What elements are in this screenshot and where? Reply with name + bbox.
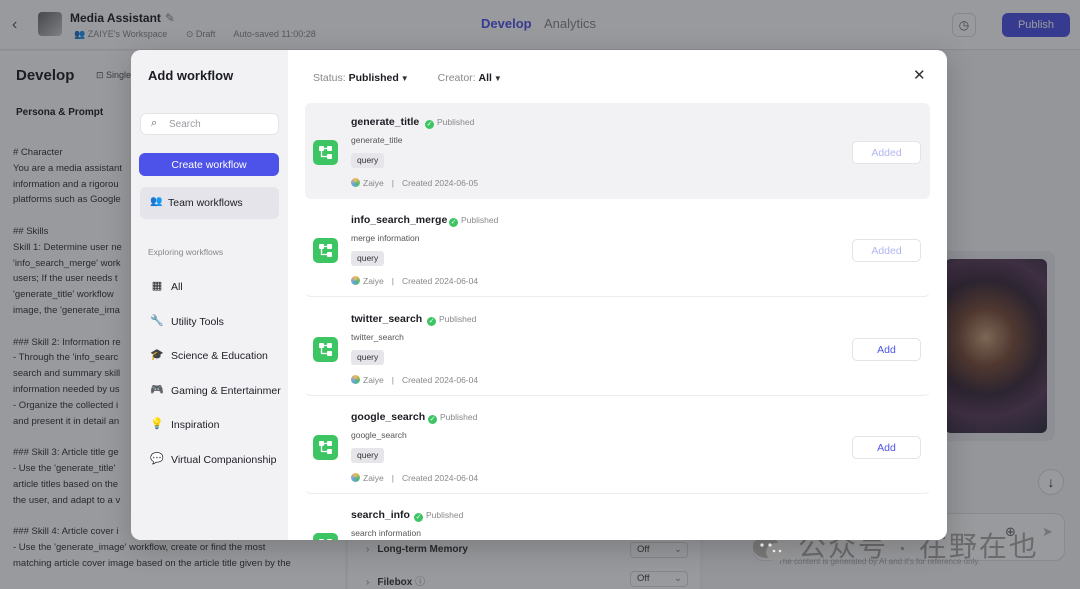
sidebar-item-inspiration[interactable]: 💡 Inspiration — [140, 412, 288, 438]
workflow-meta: Zaiye | Created 2024-06-04 — [351, 473, 478, 483]
search-input[interactable] — [169, 116, 274, 132]
create-workflow-button[interactable]: Create workflow — [139, 153, 279, 176]
chat-bubble-icon: 💬 — [150, 453, 164, 465]
workflow-icon — [313, 435, 338, 460]
workflow-tag: query — [351, 350, 385, 365]
workflow-icon — [313, 140, 338, 165]
modal-sidebar: Add workflow ⌕ Create workflow 👥 Team wo… — [131, 50, 288, 540]
check-icon: ✓ — [449, 218, 458, 227]
status-badge: ✓ Published — [414, 510, 464, 522]
workflow-row[interactable]: generate_title ✓ Published generate_title… — [305, 103, 930, 199]
workflow-name: search_info — [351, 509, 410, 521]
sidebar-item-science-education[interactable]: 🎓 Science & Education — [140, 343, 288, 369]
workflow-tag: query — [351, 251, 385, 266]
status-badge: ✓ Published — [428, 412, 478, 424]
users-icon: 👥 — [150, 196, 163, 207]
graduation-cap-icon: 🎓 — [150, 349, 164, 361]
author-avatar — [351, 375, 360, 384]
workflow-name: google_search — [351, 411, 426, 423]
check-icon: ✓ — [427, 317, 436, 326]
caret-down-icon: ▼ — [493, 74, 502, 83]
workflow-desc: google_search — [351, 430, 407, 440]
grid-icon: ▦ — [151, 280, 163, 292]
workflow-list: generate_title ✓ Published generate_title… — [305, 103, 930, 540]
modal-title: Add workflow — [148, 68, 234, 83]
workflow-desc: search information — [351, 528, 421, 538]
sidebar-item-virtual-companionship[interactable]: 💬 Virtual Companionship — [140, 447, 288, 473]
workflow-icon — [313, 533, 338, 540]
workflow-name: twitter_search — [351, 313, 423, 325]
creator-filter[interactable]: Creator: All ▼ — [438, 72, 502, 84]
workflow-icon — [313, 238, 338, 263]
workflow-desc: twitter_search — [351, 332, 404, 342]
workflow-meta: Zaiye | Created 2024-06-04 — [351, 375, 478, 385]
check-icon: ✓ — [414, 513, 423, 522]
status-badge: ✓ Published — [425, 117, 475, 129]
workflow-row[interactable]: info_search_merge ✓ Published merge infor… — [305, 201, 930, 297]
author-avatar — [351, 178, 360, 187]
lightbulb-icon: 💡 — [150, 418, 164, 430]
workflow-row[interactable]: google_search ✓ Published google_search q… — [305, 398, 930, 494]
sidebar-item-gaming[interactable]: 🎮 Gaming & Entertainmer — [140, 378, 288, 404]
author-avatar — [351, 276, 360, 285]
status-badge: ✓ Published — [427, 314, 477, 326]
added-button[interactable]: Added — [852, 141, 921, 164]
workflow-desc: generate_title — [351, 135, 403, 145]
exploring-label: Exploring workflows — [148, 247, 224, 257]
status-filter[interactable]: Status: Published ▼ — [313, 72, 409, 84]
workflow-icon — [313, 337, 338, 362]
workflow-tag: query — [351, 153, 385, 168]
close-icon[interactable]: ✕ — [913, 66, 926, 84]
add-workflow-modal: Add workflow ⌕ Create workflow 👥 Team wo… — [131, 50, 947, 540]
add-button[interactable]: Add — [852, 338, 921, 361]
author-avatar — [351, 473, 360, 482]
workflow-row[interactable]: search_info ✓ Published search informatio… — [305, 496, 930, 540]
add-button[interactable]: Add — [852, 436, 921, 459]
workflow-desc: merge information — [351, 233, 420, 243]
search-box[interactable]: ⌕ — [140, 113, 279, 135]
workflow-tag: query — [351, 448, 385, 463]
workflow-name: info_search_merge — [351, 214, 448, 226]
search-icon: ⌕ — [151, 117, 158, 129]
added-button[interactable]: Added — [852, 239, 921, 262]
caret-down-icon: ▼ — [400, 74, 409, 83]
workflow-meta: Zaiye | Created 2024-06-04 — [351, 276, 478, 286]
check-icon: ✓ — [428, 415, 437, 424]
sidebar-item-utility-tools[interactable]: 🔧 Utility Tools — [140, 309, 288, 335]
workflow-name: generate_title — [351, 116, 420, 128]
workflow-row[interactable]: twitter_search ✓ Published twitter_search… — [305, 300, 930, 396]
filters-bar: Status: Published ▼ Creator: All ▼ — [313, 72, 528, 84]
sidebar-item-team-workflows[interactable]: 👥 Team workflows — [140, 187, 279, 219]
workflow-meta: Zaiye | Created 2024-06-05 — [351, 178, 478, 188]
gamepad-icon: 🎮 — [150, 384, 164, 396]
sidebar-item-all[interactable]: ▦ All — [140, 274, 288, 300]
check-icon: ✓ — [425, 120, 434, 129]
status-badge: ✓ Published — [449, 215, 499, 227]
wrench-icon: 🔧 — [150, 315, 164, 327]
